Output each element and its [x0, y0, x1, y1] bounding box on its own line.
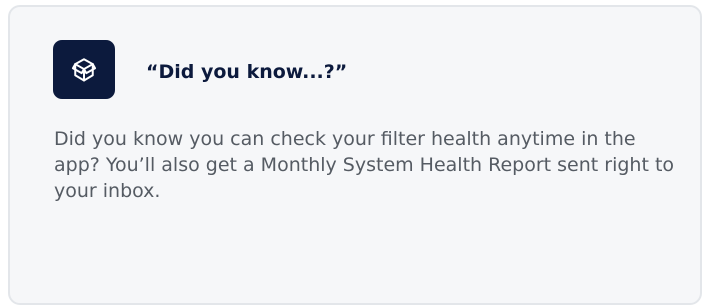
card-title: “Did you know...?” [146, 61, 348, 83]
package-box-icon [53, 40, 115, 99]
card-body-text: Did you know you can check your filter h… [54, 128, 675, 202]
tip-card: “Did you know...?” Did you know you can … [8, 5, 702, 305]
